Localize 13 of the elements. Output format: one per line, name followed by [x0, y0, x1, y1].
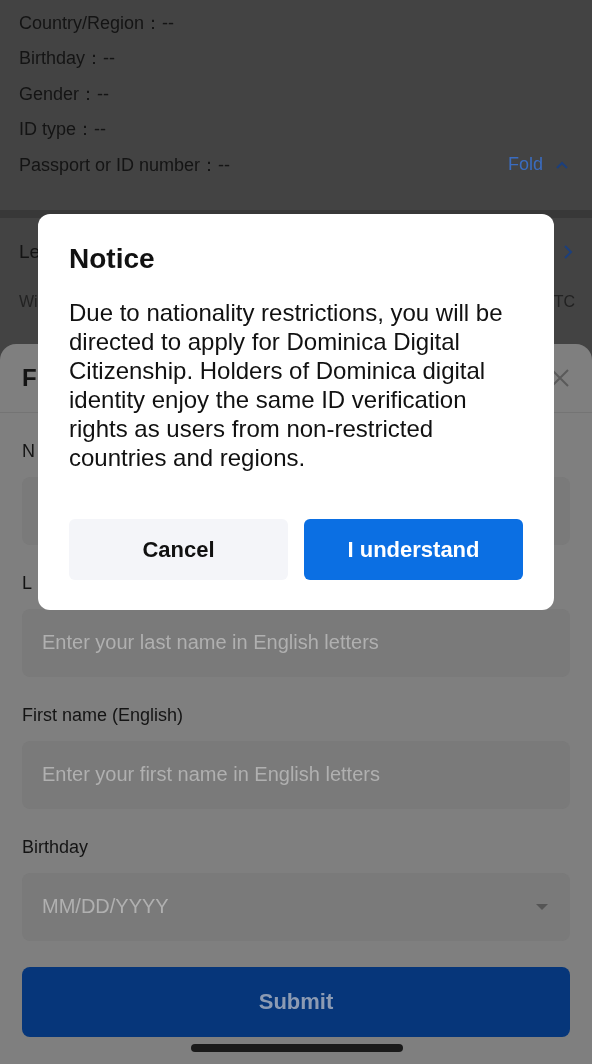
dialog-message: Due to nationality restrictions, you will be directed to apply for Dominica Digital Citizenship. Holders of Dominica digital identity enjoy the same ID verification rights as users from non-restricted countries and regions.	[69, 298, 504, 472]
field-label: First name (English)	[22, 703, 184, 727]
chevron-right-icon	[563, 243, 573, 260]
submit-button[interactable]: Submit	[22, 966, 570, 1037]
field-label: L	[22, 571, 32, 595]
field-label: N	[22, 439, 35, 463]
sheet-title: F	[22, 363, 37, 392]
chevron-up-icon	[555, 159, 569, 170]
cancel-button[interactable]: Cancel	[69, 519, 288, 580]
dropdown-caret-icon	[536, 902, 548, 911]
dialog-title: Notice	[69, 242, 156, 276]
confirm-button[interactable]: I understand	[304, 519, 523, 580]
field-label: Birthday	[22, 835, 89, 859]
